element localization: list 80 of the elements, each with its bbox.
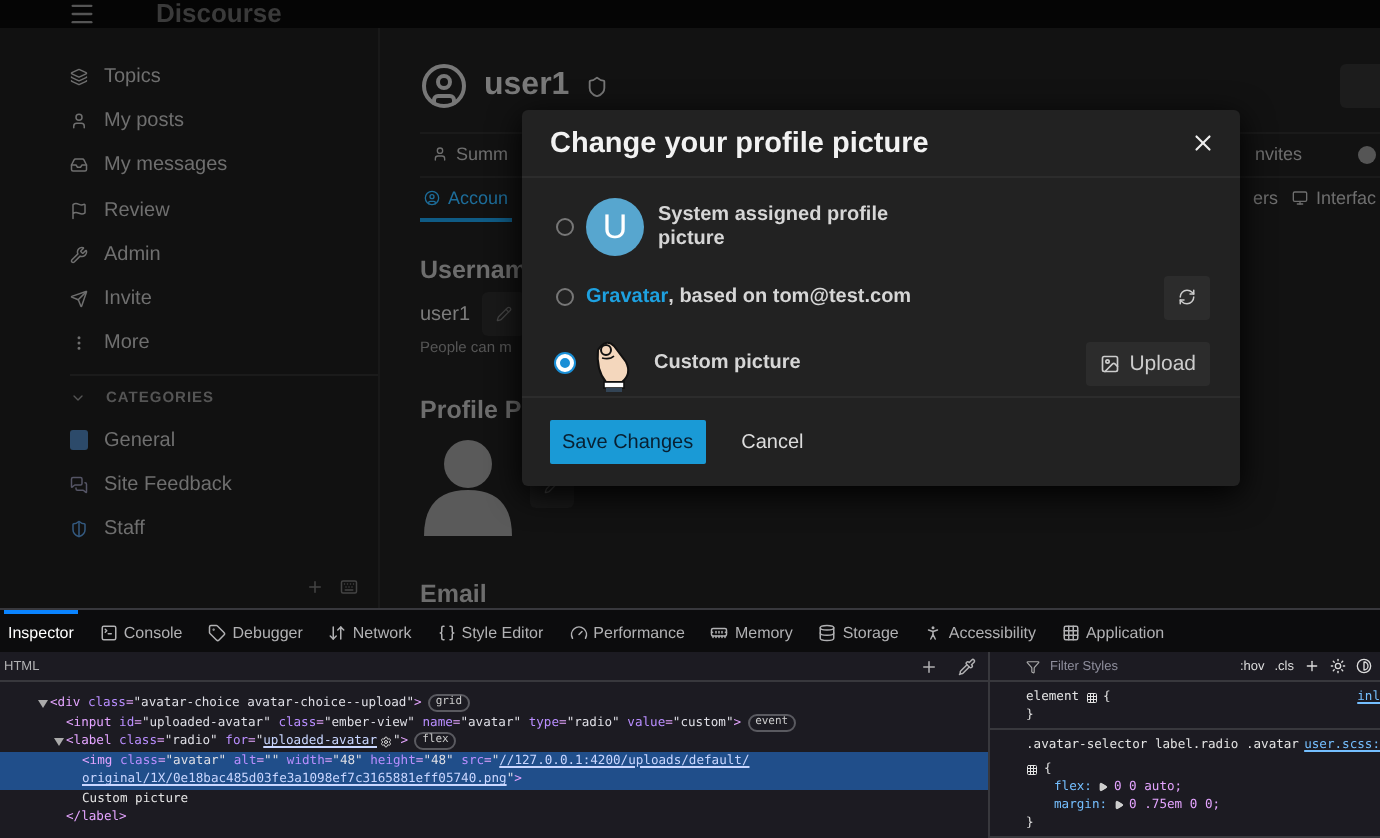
gear-icon[interactable]: [379, 735, 391, 748]
chat-icon: [70, 476, 88, 495]
layers-icon: [70, 67, 88, 86]
sidebar-item[interactable]: More: [70, 321, 378, 367]
gauge-icon: [569, 624, 588, 642]
image-icon: [1099, 353, 1120, 373]
wrench-icon: [70, 245, 88, 264]
expand-icon[interactable]: [38, 699, 48, 708]
refresh-icon: [1178, 288, 1196, 306]
grid-icon: [1085, 691, 1098, 703]
user-icon: [70, 111, 88, 130]
devtools-tab[interactable]: Network: [324, 610, 416, 652]
devtools-tab[interactable]: Style Editor: [433, 610, 548, 652]
filter-icon: [1026, 659, 1040, 673]
avatar-icon: [420, 62, 468, 110]
preferences-tab[interactable]: ers: [1248, 177, 1282, 221]
contrast-icon[interactable]: [1356, 658, 1372, 674]
username-value: user1: [420, 303, 471, 325]
person-icon: [924, 624, 943, 642]
avatar-icon: [420, 436, 516, 536]
devtools-tab[interactable]: Accessibility: [920, 610, 1040, 652]
option-label[interactable]: , based on tom@test.com: [668, 286, 912, 308]
gravatar-link[interactable]: Gravatar: [586, 286, 669, 308]
dot-icon: [1358, 146, 1376, 164]
modal-title: Change your profile picture: [550, 127, 929, 159]
shield-icon: [585, 75, 608, 97]
close-icon[interactable]: [1190, 130, 1216, 156]
database-icon: [818, 624, 837, 642]
monitor-icon: [1291, 189, 1308, 205]
account-icon: [424, 189, 440, 205]
upload-button[interactable]: Upload: [1085, 341, 1210, 385]
flag-icon: [70, 201, 88, 220]
menu-icon[interactable]: [68, 0, 96, 28]
sidebar-item[interactable]: My messages: [70, 143, 378, 188]
refresh-button[interactable]: [1164, 275, 1210, 319]
devtools-tab[interactable]: Memory: [706, 610, 797, 652]
add-icon[interactable]: [920, 657, 938, 675]
username-title: user1: [484, 68, 570, 104]
tag-icon: [208, 624, 227, 642]
braces-icon: [437, 624, 456, 642]
devtools-tab[interactable]: Inspector: [4, 610, 78, 652]
grid-icon: [1026, 763, 1038, 775]
category-item[interactable]: General: [70, 418, 378, 463]
expand-icon[interactable]: [54, 737, 64, 746]
section-heading: Profile P: [420, 396, 522, 424]
sidebar-item[interactable]: Invite: [70, 276, 378, 322]
memory-icon: [710, 624, 729, 642]
inbox-icon: [70, 156, 88, 175]
devtools-tab[interactable]: Console: [95, 610, 187, 652]
eyedropper-icon[interactable]: [958, 657, 976, 675]
option-label[interactable]: Custom picture: [654, 352, 801, 374]
category-item[interactable]: Staff: [70, 507, 378, 552]
category-square-icon: [70, 430, 88, 451]
preferences-tab[interactable]: Interfac: [1287, 177, 1380, 221]
save-button[interactable]: Save Changes: [550, 420, 706, 464]
section-heading: Email: [420, 580, 487, 608]
cancel-button[interactable]: Cancel: [729, 429, 816, 455]
devtools-tab[interactable]: Performance: [565, 610, 689, 652]
sun-icon[interactable]: [1330, 658, 1346, 674]
terminal-icon: [99, 624, 118, 642]
profile-tab[interactable]: Summ: [428, 133, 513, 177]
category-item[interactable]: Site Feedback: [70, 462, 378, 508]
radio-button[interactable]: [556, 218, 574, 236]
profile-tab[interactable]: nvites: [1250, 133, 1306, 177]
send-icon: [70, 290, 88, 309]
arrows-icon: [328, 624, 347, 642]
sidebar-item[interactable]: Topics: [70, 54, 378, 99]
radio-button[interactable]: [556, 288, 574, 306]
sidebar-item[interactable]: Review: [70, 187, 378, 233]
sidebar-item[interactable]: Admin: [70, 232, 378, 277]
shield-icon: [70, 520, 88, 539]
option-label[interactable]: System assigned profile picture: [658, 203, 918, 251]
user-icon: [432, 145, 448, 161]
sidebar-item[interactable]: My posts: [70, 98, 378, 144]
letter-avatar: U: [586, 198, 644, 256]
devtools-tab[interactable]: Application: [1057, 610, 1169, 652]
devtools-tab[interactable]: Debugger: [204, 610, 307, 652]
add-icon[interactable]: [1304, 658, 1320, 674]
devtools-tab[interactable]: Storage: [814, 610, 903, 652]
grid-icon: [1061, 624, 1080, 642]
